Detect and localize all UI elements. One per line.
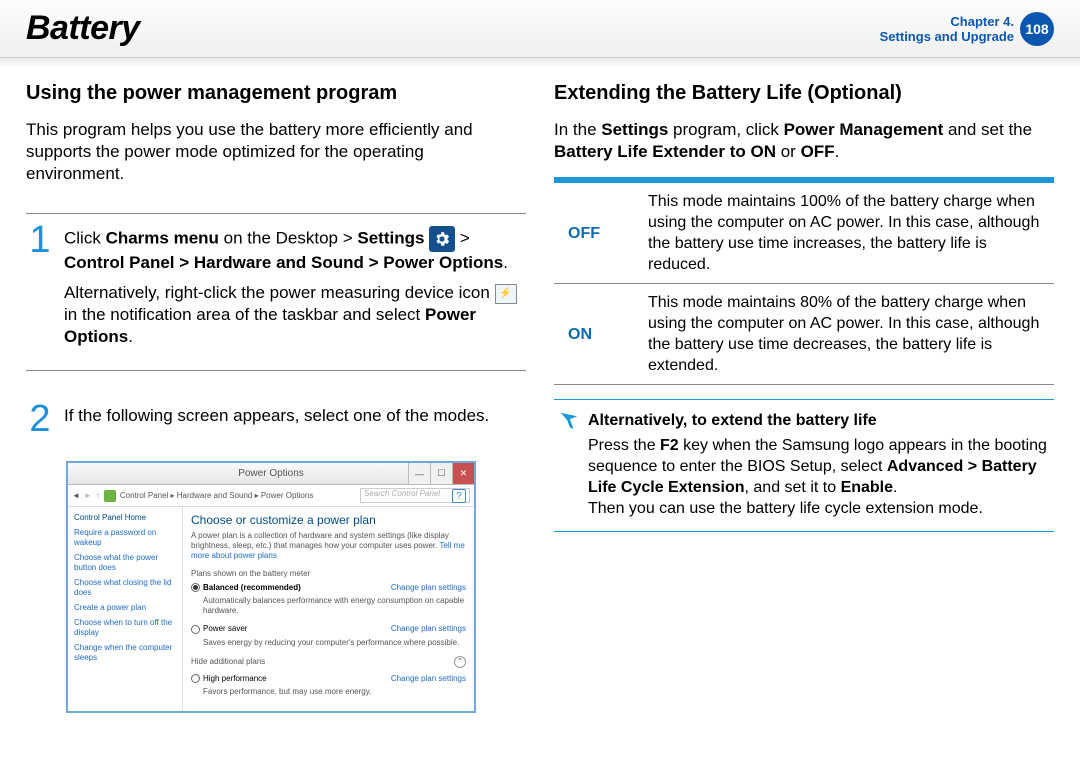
right-intro: In the Settings program, click Power Man… xyxy=(554,119,1054,163)
section-label: Plans shown on the battery meter xyxy=(191,569,466,578)
off-label: OFF xyxy=(554,183,634,284)
sidebar-link[interactable]: Choose what closing the lid does xyxy=(74,578,176,598)
note-title: Alternatively, to extend the battery lif… xyxy=(588,410,1050,431)
nav-forward-icon[interactable]: ► xyxy=(84,491,92,500)
window-close-button[interactable]: ✕ xyxy=(452,463,474,484)
plan-powersaver: Power saver xyxy=(203,624,247,633)
change-plan-link[interactable]: Change plan settings xyxy=(391,583,466,592)
on-description: This mode maintains 80% of the battery c… xyxy=(634,284,1054,385)
main-panel: Choose or customize a power plan A power… xyxy=(183,507,474,711)
main-heading: Choose or customize a power plan xyxy=(191,513,466,527)
off-description: This mode maintains 100% of the battery … xyxy=(634,183,1054,284)
note-icon xyxy=(558,410,580,519)
chapter-line2: Settings and Upgrade xyxy=(880,29,1014,44)
step2-text: If the following screen appears, select … xyxy=(64,401,526,427)
main-desc: A power plan is a collection of hardware… xyxy=(191,531,466,561)
step1-alt-text: Alternatively, right-click the power mea… xyxy=(64,283,495,302)
sidebar-link[interactable]: Change when the computer sleeps xyxy=(74,643,176,663)
step1-text: Click xyxy=(64,228,106,247)
page-title: Battery xyxy=(26,9,140,48)
collapse-icon[interactable]: ⌃ xyxy=(454,656,466,668)
right-column: Extending the Battery Life (Optional) In… xyxy=(554,82,1054,713)
step-number-2: 2 xyxy=(26,401,54,437)
plan-balanced-desc: Automatically balances performance with … xyxy=(203,596,466,616)
page-number-badge: 108 xyxy=(1020,12,1054,46)
sidebar-link[interactable]: Choose when to turn off the display xyxy=(74,618,176,638)
settings-gear-icon xyxy=(429,226,455,252)
left-heading: Using the power management program xyxy=(26,82,526,105)
power-tray-icon: ⚡ xyxy=(495,284,517,304)
radio-highperf[interactable] xyxy=(191,674,200,683)
step-number-1: 1 xyxy=(26,222,54,258)
step1-bold-settings: Settings xyxy=(357,228,424,247)
step1-bold-path: Control Panel > Hardware and Sound > Pow… xyxy=(64,253,503,272)
plan-highperf-desc: Favors performance, but may use more ene… xyxy=(203,687,466,697)
address-bar: ◄ ► ↑ Control Panel ▸ Hardware and Sound… xyxy=(68,485,474,507)
change-plan-link[interactable]: Change plan settings xyxy=(391,674,466,683)
hide-additional-plans[interactable]: Hide additional plans ⌃ xyxy=(191,656,466,668)
note-line1: Press the F2 key when the Samsung logo a… xyxy=(588,435,1050,498)
sidebar-link[interactable]: Require a password on wakeup xyxy=(74,528,176,548)
sidebar-link[interactable]: Create a power plan xyxy=(74,603,176,613)
note-box: Alternatively, to extend the battery lif… xyxy=(554,399,1054,532)
radio-balanced[interactable] xyxy=(191,583,200,592)
page-header: Battery Chapter 4. Settings and Upgrade … xyxy=(0,0,1080,58)
sidebar-link[interactable]: Choose what the power button does xyxy=(74,553,176,573)
radio-powersaver[interactable] xyxy=(191,625,200,634)
plan-powersaver-desc: Saves energy by reducing your computer's… xyxy=(203,638,466,648)
power-options-screenshot: Power Options — ☐ ✕ ◄ ► ↑ Control Panel … xyxy=(66,461,476,713)
left-intro: This program helps you use the battery m… xyxy=(26,119,526,185)
sidebar: Control Panel Home Require a password on… xyxy=(68,507,183,711)
step-1-block: 1 Click Charms menu on the Desktop > Set… xyxy=(26,213,526,371)
sidebar-home-link[interactable]: Control Panel Home xyxy=(74,513,176,522)
plan-highperf: High performance xyxy=(203,674,267,683)
plan-balanced: Balanced (recommended) xyxy=(203,583,301,592)
battery-mode-table: OFF This mode maintains 100% of the batt… xyxy=(554,177,1054,385)
window-titlebar: Power Options — ☐ ✕ xyxy=(68,463,474,485)
chapter-info: Chapter 4. Settings and Upgrade 108 xyxy=(880,12,1054,46)
breadcrumb-path[interactable]: Control Panel ▸ Hardware and Sound ▸ Pow… xyxy=(104,490,356,502)
left-column: Using the power management program This … xyxy=(26,82,526,713)
window-minimize-button[interactable]: — xyxy=(408,463,430,484)
on-label: ON xyxy=(554,284,634,385)
right-heading: Extending the Battery Life (Optional) xyxy=(554,82,1054,105)
note-line2: Then you can use the battery life cycle … xyxy=(588,498,1050,519)
window-title: Power Options xyxy=(238,468,304,479)
help-icon[interactable]: ? xyxy=(452,489,466,503)
step-2-block: 2 If the following screen appears, selec… xyxy=(26,401,526,437)
chapter-line1: Chapter 4. xyxy=(880,14,1014,29)
window-maximize-button[interactable]: ☐ xyxy=(430,463,452,484)
nav-back-icon[interactable]: ◄ xyxy=(72,491,80,500)
step1-bold-charms: Charms menu xyxy=(106,228,219,247)
change-plan-link[interactable]: Change plan settings xyxy=(391,624,466,633)
